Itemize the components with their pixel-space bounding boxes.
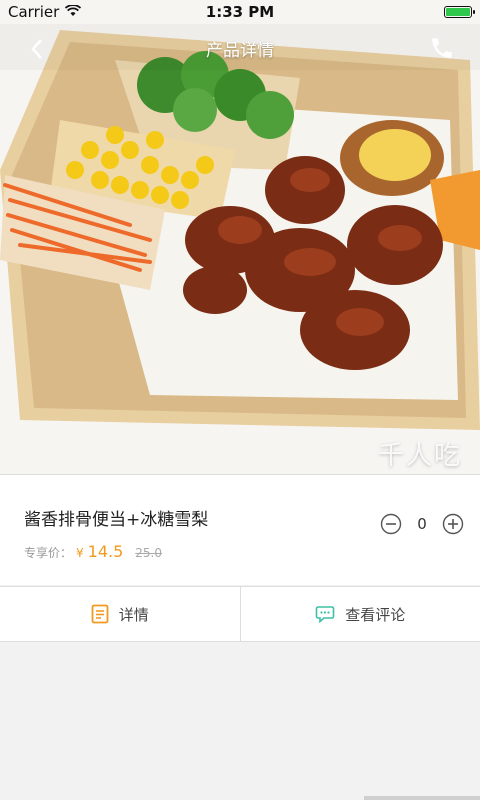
back-button[interactable] bbox=[22, 34, 52, 64]
minus-circle-icon bbox=[380, 513, 402, 535]
tab-comments[interactable]: 查看评论 bbox=[239, 587, 480, 641]
detail-tabs: 详情 查看评论 bbox=[0, 586, 480, 642]
nav-bar: 产品详情 bbox=[0, 26, 480, 70]
original-price: 25.0 bbox=[135, 546, 162, 560]
status-bar: Carrier 1:33 PM bbox=[0, 0, 480, 24]
bento-illustration bbox=[0, 0, 480, 474]
decrease-button[interactable] bbox=[380, 513, 402, 535]
tab-details[interactable]: 详情 bbox=[0, 587, 240, 641]
comment-icon bbox=[315, 606, 335, 624]
plus-circle-icon bbox=[442, 513, 464, 535]
phone-icon bbox=[432, 38, 452, 58]
currency-symbol: ¥ bbox=[76, 546, 84, 560]
chevron-left-icon bbox=[31, 39, 42, 59]
battery-fill bbox=[446, 8, 470, 16]
product-name: 酱香排骨便当+冰糖雪梨 bbox=[24, 510, 209, 530]
tab-details-label: 详情 bbox=[118, 605, 149, 624]
call-button[interactable] bbox=[426, 32, 458, 64]
product-info: 酱香排骨便当+冰糖雪梨 专享价： ¥ 14.5 25.0 0 bbox=[0, 474, 480, 585]
quantity-stepper: 0 bbox=[380, 513, 464, 535]
increase-button[interactable] bbox=[442, 513, 464, 535]
price-label: 专享价： bbox=[24, 546, 73, 560]
photo-watermark: 千人吃 bbox=[377, 441, 462, 471]
scroll-indicator bbox=[364, 796, 480, 800]
carrier-label: Carrier bbox=[8, 3, 60, 21]
price-value: 14.5 bbox=[87, 542, 124, 561]
wifi-icon bbox=[65, 3, 82, 21]
document-icon bbox=[91, 604, 109, 624]
product-photo: 千人吃 bbox=[0, 0, 480, 474]
battery-icon bbox=[444, 6, 475, 18]
page-title: 产品详情 bbox=[206, 40, 274, 61]
quantity-value: 0 bbox=[417, 515, 427, 533]
tab-comments-label: 查看评论 bbox=[345, 605, 406, 624]
price-row: 专享价： ¥ 14.5 25.0 bbox=[24, 542, 162, 561]
